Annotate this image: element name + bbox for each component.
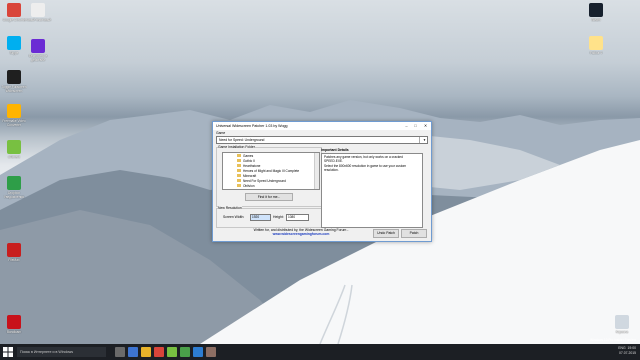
- desktop-icon-label: Freemake Video Converter: [2, 119, 26, 127]
- desktop-icon-label: Корзина: [615, 330, 629, 334]
- chevron-down-icon[interactable]: ▼: [419, 137, 427, 143]
- folder-icon: [237, 179, 241, 182]
- taskbar-app-icon-5[interactable]: [180, 347, 190, 357]
- desktop-icon-label: Бесплатно в действии: [28, 54, 48, 62]
- new-resolution-label: New Resolution: [218, 206, 242, 210]
- taskbar-app-icon-0[interactable]: [115, 347, 125, 357]
- taskbar-app-icon-4[interactable]: [167, 347, 177, 357]
- desktop-icon-label: Dropbox Уведомления: [4, 191, 24, 199]
- maximize-icon[interactable]: □: [411, 122, 420, 130]
- app-icon: [7, 3, 21, 17]
- close-icon[interactable]: ✕: [420, 122, 431, 130]
- left-desktop-icon-2[interactable]: Toggle Fullscreen Widescreen: [0, 70, 28, 93]
- screen-width-input[interactable]: 1920: [250, 214, 271, 221]
- app-icon: [7, 176, 21, 190]
- app-icon: [589, 36, 603, 50]
- height-label: Height:: [273, 215, 284, 219]
- desktop-icon-label: Fallout 4: [589, 51, 603, 55]
- folder-icon: [237, 164, 241, 167]
- right-desktop-icon-0[interactable]: Steam: [582, 3, 610, 22]
- details-text-2: Select the 800x600 resolution in game to…: [324, 164, 407, 172]
- app-icon: [31, 39, 45, 53]
- language-indicator[interactable]: ENG: [618, 346, 625, 350]
- clock-time: 19:00: [627, 346, 637, 350]
- desktop-icon-label: Новый текстовый: [25, 18, 51, 22]
- undo-patch-button[interactable]: Undo Patch: [373, 229, 399, 238]
- install-folder-group: Game Installation Folder Games Gothic II H…: [216, 145, 322, 207]
- tree-item-label: Games: [243, 153, 254, 158]
- left2-desktop-icon-0[interactable]: Новый текстовый: [24, 3, 52, 22]
- taskbar-app-icon-3[interactable]: [154, 347, 164, 357]
- app-icon: [7, 104, 21, 118]
- patch-button[interactable]: Patch: [401, 229, 427, 238]
- screen-width-label: Screen Width:: [223, 215, 245, 219]
- desktop-icon-label: uTorrent: [8, 155, 20, 159]
- folder-icon: [237, 154, 241, 157]
- details-text-1: Patches any game version, but only works…: [324, 155, 403, 163]
- tree-item-label: Gothic II: [243, 158, 255, 163]
- left-desktop-icon-3[interactable]: Freemake Video Converter: [0, 104, 28, 127]
- folder-icon: [237, 184, 241, 187]
- clock-date: 07.07.2015: [619, 351, 636, 355]
- tree-item-label: Need For Speed Underground: [243, 178, 286, 183]
- desktop-icon-label: Steam: [591, 18, 601, 22]
- right-desktop-icon-2[interactable]: Корзина: [608, 315, 636, 334]
- folder-tree[interactable]: Games Gothic II Hearthstone Heroes of Might…: [222, 152, 320, 190]
- left-desktop-icon-5[interactable]: Dropbox Уведомления: [0, 176, 28, 199]
- window-title: Universal Widescreen Patcher 1.03 by Wog…: [216, 124, 288, 128]
- app-icon: [7, 70, 21, 84]
- taskbar-search-box[interactable]: Поиск в Интернете и в Windows: [17, 347, 106, 357]
- game-label: Game: [216, 131, 226, 135]
- tree-item-label: Oblivion: [243, 183, 255, 188]
- desktop-icon-label: Bandicam: [6, 330, 22, 334]
- height-input[interactable]: 1080: [286, 214, 309, 221]
- app-icon: [7, 140, 21, 154]
- taskbar-app-icon-7[interactable]: [206, 347, 216, 357]
- new-resolution-group: New Resolution Screen Width: 1920 Height…: [216, 206, 322, 228]
- taskbar: Поиск в Интернете и в Windows ENG 19:00 …: [0, 344, 640, 360]
- tree-item-label: Planetes v0.8.2: [243, 189, 265, 190]
- tree-item-label: Minecraft: [243, 173, 257, 178]
- game-select[interactable]: Need for Speed: Underground ▼: [216, 136, 428, 144]
- folder-icon: [237, 159, 241, 162]
- tree-item-label: Heroes of Might and Magic III Complete: [243, 168, 300, 173]
- windows-start-icon[interactable]: [3, 347, 13, 357]
- left2-desktop-icon-1[interactable]: Бесплатно в действии: [24, 39, 52, 62]
- app-icon: [7, 243, 21, 257]
- tree-item[interactable]: Planetes v0.8.2: [223, 188, 319, 190]
- folder-icon: [237, 169, 241, 172]
- find-it-button[interactable]: Find it for me...: [245, 193, 293, 201]
- taskbar-app-icon-1[interactable]: [128, 347, 138, 357]
- system-tray[interactable]: ENG 19:00 07.07.2015: [618, 346, 636, 356]
- app-icon: [589, 3, 603, 17]
- app-icon: [7, 315, 21, 329]
- folder-icon: [237, 174, 241, 177]
- watermark: Windows 10 Pro Insider Preview: [590, 338, 636, 342]
- app-icon: [31, 3, 45, 17]
- desktop: Google Chrome Skype Toggle Fullscreen Wide…: [0, 0, 640, 344]
- app-icon: [7, 36, 21, 50]
- minimize-icon[interactable]: –: [402, 122, 411, 130]
- tree-item-label: Hearthstone: [243, 163, 261, 168]
- app-icon: [615, 315, 629, 329]
- left-desktop-icon-7[interactable]: Bandicam: [0, 315, 28, 334]
- install-folder-label: Game Installation Folder: [218, 145, 255, 149]
- patcher-window[interactable]: Universal Widescreen Patcher 1.03 by Wog…: [212, 121, 432, 242]
- taskbar-app-icon-2[interactable]: [141, 347, 151, 357]
- title-bar[interactable]: Universal Widescreen Patcher 1.03 by Wog…: [213, 122, 431, 130]
- desktop-icon-label: FileMax: [8, 258, 20, 262]
- details-box: Patches any game version, but only works…: [321, 153, 423, 228]
- important-details-label: Important Details: [321, 148, 349, 152]
- desktop-icon-label: Toggle Fullscreen Widescreen: [1, 85, 27, 93]
- tree-scrollbar[interactable]: [314, 153, 319, 189]
- right-desktop-icon-1[interactable]: Fallout 4: [582, 36, 610, 55]
- taskbar-app-icon-6[interactable]: [193, 347, 203, 357]
- credit-link[interactable]: www.widescreengamingforum.com: [241, 232, 361, 236]
- game-select-value: Need for Speed: Underground: [219, 138, 265, 142]
- left-desktop-icon-4[interactable]: uTorrent: [0, 140, 28, 159]
- folder-icon: [237, 189, 241, 190]
- left-desktop-icon-6[interactable]: FileMax: [0, 243, 28, 262]
